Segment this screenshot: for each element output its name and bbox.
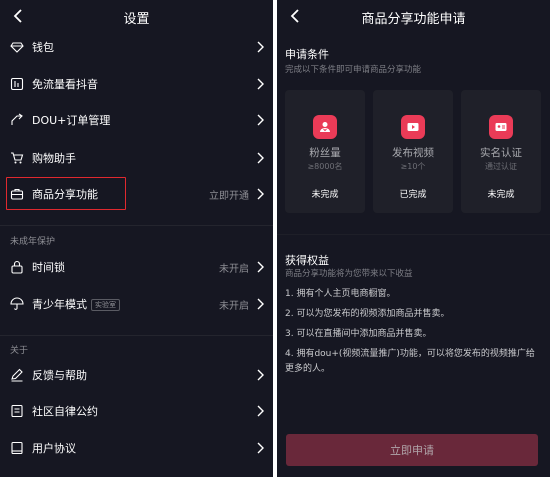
settings-item-label: 购物助手	[32, 152, 76, 165]
chevron-right-icon	[257, 405, 264, 417]
benefit-item: 2. 可以为您发布的视频添加商品并售卖。	[285, 309, 450, 319]
apply-now-button[interactable]: 立即申请	[286, 434, 538, 466]
fans-icon	[313, 115, 337, 139]
benefit-item: 3. 可以在直播间中添加商品并售卖。	[285, 329, 432, 339]
condition-card-real-name: 实名认证 通过认证 未完成	[461, 90, 541, 213]
chevron-right-icon	[257, 369, 264, 381]
settings-item-time-lock[interactable]: 时间锁 未开启	[0, 249, 273, 285]
lock-icon	[11, 260, 23, 274]
section-divider	[277, 234, 550, 235]
condition-card-videos: 发布视频 ≥10个 已完成	[373, 90, 453, 213]
condition-card-fans: 粉丝量 ≥8000名 未完成	[285, 90, 365, 213]
settings-item-community-guidelines[interactable]: 社区自律公约	[0, 393, 273, 429]
trend-arrow-icon	[11, 113, 23, 125]
settings-item-user-agreement[interactable]: 用户协议	[0, 430, 273, 466]
lab-badge: 实验室	[91, 299, 120, 311]
settings-item-label: DOU+订单管理	[32, 114, 111, 127]
settings-item-value: 立即开通	[209, 191, 249, 202]
chevron-right-icon	[257, 298, 264, 310]
conditions-title: 申请条件	[285, 48, 329, 61]
chevron-right-icon	[257, 41, 264, 53]
chevron-right-icon	[257, 261, 264, 273]
condition-name: 发布视频	[392, 147, 434, 159]
book-icon	[11, 441, 23, 455]
chevron-right-icon	[257, 114, 264, 126]
condition-status: 未完成	[487, 190, 515, 200]
settings-item-label: 钱包	[32, 41, 54, 54]
settings-item-label: 免流量看抖音	[32, 78, 98, 91]
diamond-icon	[10, 42, 24, 53]
document-icon	[11, 404, 23, 418]
condition-requirement: 通过认证	[485, 162, 517, 171]
product-sharing-application-screen: 商品分享功能申请 申请条件 完成以下条件即可申请商品分享功能 粉丝量 ≥8000…	[277, 0, 550, 477]
cart-icon	[11, 152, 24, 164]
settings-item-feedback-help[interactable]: 反馈与帮助	[0, 357, 273, 393]
umbrella-icon	[10, 297, 24, 310]
condition-name: 实名认证	[480, 147, 522, 159]
settings-item-label: 社区自律公约	[32, 405, 98, 418]
section-title-about: 关于	[10, 346, 29, 356]
benefit-item: 1. 拥有个人主页电商橱窗。	[285, 289, 396, 299]
condition-status: 未完成	[311, 190, 339, 200]
chevron-right-icon	[257, 152, 264, 164]
section-title-minor-protection: 未成年保护	[10, 237, 56, 247]
data-card-icon	[10, 77, 24, 91]
condition-requirement: ≥8000名	[307, 162, 343, 171]
settings-item-wallet[interactable]: 钱包	[0, 29, 273, 65]
settings-item-dou-orders[interactable]: DOU+订单管理	[0, 102, 273, 138]
chevron-right-icon	[257, 188, 264, 200]
condition-requirement: ≥10个	[400, 162, 426, 171]
settings-item-value: 未开启	[219, 264, 249, 275]
edit-icon	[11, 368, 23, 382]
chevron-right-icon	[257, 442, 264, 454]
chevron-right-icon	[257, 78, 264, 90]
condition-status: 已完成	[399, 190, 427, 200]
settings-item-youth-mode[interactable]: 青少年模式 实验室 未开启	[0, 286, 273, 322]
section-divider	[0, 225, 273, 226]
benefits-title: 获得权益	[285, 254, 329, 267]
id-card-icon	[489, 115, 513, 139]
settings-screen: 设置 钱包 免流量看抖音 DOU+订单管理 购物助手 商品分享功能 立即开通 未…	[0, 0, 273, 477]
video-icon	[401, 115, 425, 139]
benefit-item: 4. 拥有dou+(视频流量推广)功能，可以将您发布的视频推广给更多的人。	[285, 349, 535, 374]
page-title: 设置	[123, 12, 150, 27]
conditions-subtitle: 完成以下条件即可申请商品分享功能	[285, 65, 422, 75]
condition-name: 粉丝量	[309, 147, 341, 159]
settings-item-shopping-assistant[interactable]: 购物助手	[0, 140, 273, 176]
settings-item-label: 用户协议	[32, 442, 76, 455]
benefits-subtitle: 商品分享功能将为您带来以下收益	[285, 269, 413, 279]
settings-item-free-data[interactable]: 免流量看抖音	[0, 66, 273, 102]
settings-item-label: 时间锁	[32, 261, 65, 274]
section-divider	[0, 335, 273, 336]
application-topbar: 商品分享功能申请	[277, 0, 550, 33]
settings-item-value: 未开启	[219, 301, 249, 312]
page-title: 商品分享功能申请	[361, 12, 466, 27]
highlight-box	[6, 177, 126, 210]
settings-item-label: 反馈与帮助	[32, 369, 87, 382]
settings-item-label: 青少年模式 实验室	[32, 296, 120, 312]
